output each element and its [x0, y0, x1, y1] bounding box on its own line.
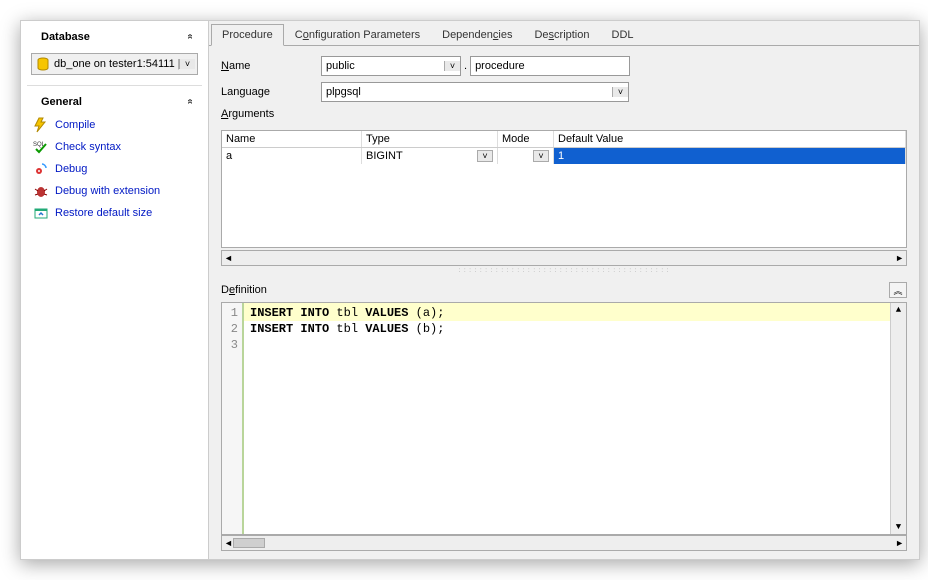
collapse-icon: » — [185, 100, 196, 104]
grid-hscrollbar[interactable]: ◄ ► — [221, 250, 907, 266]
sidebar-item-label: Debug with extension — [55, 185, 160, 197]
sidebar-item-label: Check syntax — [55, 141, 121, 153]
restore-size-icon — [33, 205, 49, 221]
scroll-down-icon[interactable]: ▼ — [896, 522, 901, 532]
language-combo[interactable]: plpgsql ˅ — [321, 82, 629, 102]
schema-value: public — [322, 60, 444, 72]
grid-header-row: Name Type Mode Default Value — [222, 131, 906, 148]
definition-header: Definition ︽ — [209, 280, 919, 300]
cell-arg-name[interactable]: a — [222, 148, 362, 164]
sidebar-item-restore-size[interactable]: Restore default size — [27, 202, 202, 224]
editor-code-area[interactable]: INSERT INTO tbl VALUES (a); INSERT INTO … — [244, 303, 890, 534]
col-header-name[interactable]: Name — [222, 131, 362, 147]
database-icon — [36, 57, 50, 71]
collapse-up-button[interactable]: ︽ — [889, 282, 907, 298]
tab-label: DDL — [612, 29, 634, 41]
debug-icon — [33, 161, 49, 177]
database-selector-text: db_one on tester1:54111 | — [54, 58, 179, 70]
scroll-right-icon[interactable]: ► — [895, 253, 904, 263]
arguments-label: Arguments — [221, 108, 907, 120]
form-area: Name public ˅ . Language plpgsql ˅ Argum… — [209, 46, 919, 126]
tab-description[interactable]: Description — [523, 24, 600, 46]
scrollbar-thumb[interactable] — [233, 538, 265, 548]
language-value: plpgsql — [322, 86, 612, 98]
sidebar-item-check-syntax[interactable]: SQL Check syntax — [27, 136, 202, 158]
cell-arg-type-text: BIGINT — [366, 150, 403, 162]
database-selector[interactable]: db_one on tester1:54111 | ˅ — [31, 53, 198, 75]
chevron-up-icon: ︽ — [893, 284, 902, 297]
scroll-left-icon[interactable]: ◄ — [224, 253, 233, 263]
tab-procedure[interactable]: Procedure — [211, 24, 284, 46]
col-header-default[interactable]: Default Value — [554, 131, 906, 147]
cell-arg-type[interactable]: BIGINT ˅ — [362, 148, 498, 164]
sidebar-item-debug[interactable]: Debug — [27, 158, 202, 180]
scroll-up-icon[interactable]: ▲ — [896, 305, 901, 315]
editor-gutter: 1 2 3 — [222, 303, 244, 534]
grid-empty-area[interactable] — [222, 164, 906, 247]
tab-ddl[interactable]: DDL — [601, 24, 645, 46]
divider — [27, 85, 202, 86]
sidebar-section-database[interactable]: Database » — [27, 25, 202, 49]
line-number: 3 — [222, 337, 238, 353]
scroll-left-icon[interactable]: ◄ — [224, 538, 233, 548]
sidebar-item-label: Restore default size — [55, 207, 152, 219]
cell-arg-default[interactable]: 1 — [554, 148, 906, 164]
definition-label: Definition — [221, 284, 267, 296]
col-header-type[interactable]: Type — [362, 131, 498, 147]
name-label: Name — [221, 60, 321, 72]
sidebar-section-general[interactable]: General » — [27, 90, 202, 114]
grid-row[interactable]: a BIGINT ˅ ˅ 1 — [222, 148, 906, 164]
line-number: 2 — [222, 321, 238, 337]
main-panel: Procedure Configuration Parameters Depen… — [209, 21, 919, 559]
collapse-icon: » — [185, 35, 196, 39]
sidebar-section-database-title: Database — [41, 31, 90, 43]
arguments-grid[interactable]: Name Type Mode Default Value a BIGINT ˅ … — [221, 130, 907, 248]
tab-config-params[interactable]: Configuration Parameters — [284, 24, 431, 46]
sidebar-item-compile[interactable]: Compile — [27, 114, 202, 136]
tab-dependencies[interactable]: Dependencies — [431, 24, 523, 46]
bug-icon — [33, 183, 49, 199]
schema-combo[interactable]: public ˅ — [321, 56, 461, 76]
sql-editor[interactable]: 1 2 3 INSERT INTO tbl VALUES (a); INSERT… — [221, 302, 907, 535]
line-number: 1 — [222, 305, 238, 321]
dropdown-icon[interactable]: ˅ — [179, 59, 195, 69]
checkmark-icon: SQL — [33, 139, 49, 155]
dot-separator: . — [461, 60, 470, 72]
sidebar-item-label: Debug — [55, 163, 87, 175]
splitter-handle[interactable]: : : : : : : : : : : : : : : : : : : : : … — [209, 268, 919, 278]
cell-arg-mode[interactable]: ˅ — [498, 148, 554, 164]
window-root: Database » db_one on tester1:54111 | ˅ G… — [20, 20, 920, 560]
tab-label: Procedure — [222, 29, 273, 41]
tab-strip: Procedure Configuration Parameters Depen… — [209, 21, 919, 46]
dropdown-icon[interactable]: ˅ — [477, 150, 493, 162]
sidebar-item-debug-extension[interactable]: Debug with extension — [27, 180, 202, 202]
lightning-icon — [33, 117, 49, 133]
dropdown-icon[interactable]: ˅ — [533, 150, 549, 162]
scroll-right-icon[interactable]: ► — [895, 538, 904, 548]
col-header-mode[interactable]: Mode — [498, 131, 554, 147]
editor-vscrollbar[interactable]: ▲ ▼ — [890, 303, 906, 534]
sidebar: Database » db_one on tester1:54111 | ˅ G… — [21, 21, 209, 559]
procedure-name-input[interactable] — [470, 56, 630, 76]
sidebar-item-label: Compile — [55, 119, 95, 131]
editor-hscrollbar[interactable]: ◄ ► — [221, 535, 907, 551]
sidebar-section-general-title: General — [41, 96, 82, 108]
dropdown-icon[interactable]: ˅ — [444, 61, 460, 71]
dropdown-icon[interactable]: ˅ — [612, 87, 628, 97]
language-label: Language — [221, 86, 321, 98]
